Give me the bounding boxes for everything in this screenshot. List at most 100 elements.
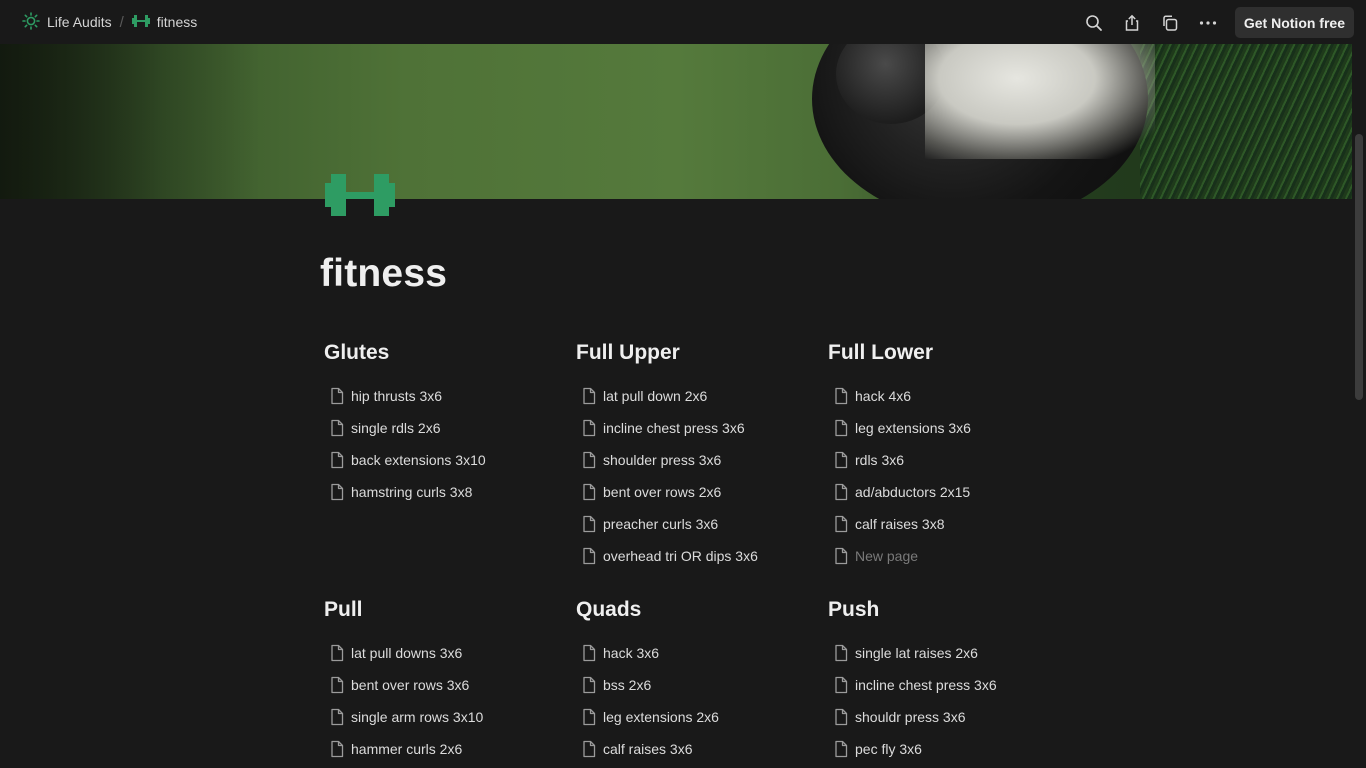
page-link-label: single lat raises 2x6 <box>855 645 978 661</box>
page-link-label: hammer curls 2x6 <box>351 741 463 757</box>
page-link[interactable]: bss 2x6 <box>576 669 816 701</box>
page-link[interactable]: bent over rows 2x6 <box>576 476 816 508</box>
page-link[interactable]: hip thrusts 3x6 <box>324 380 564 412</box>
page-link[interactable]: shouldr press 3x6 <box>828 701 1068 733</box>
breadcrumb-workspace[interactable]: Life Audits <box>18 9 116 36</box>
page-link[interactable]: hack 3x6 <box>576 637 816 669</box>
page-link[interactable]: hack 4x6 <box>828 380 1068 412</box>
page-document-icon <box>831 418 851 438</box>
page-document-icon <box>831 643 851 663</box>
page-link-label: lat pull downs 3x6 <box>351 645 463 661</box>
page-link-label: bent over rows 3x6 <box>351 677 470 693</box>
group-heading: Quads <box>576 598 642 621</box>
group-heading: Glutes <box>324 341 390 364</box>
page-link[interactable]: preacher curls 3x6 <box>576 508 816 540</box>
share-icon[interactable] <box>1113 8 1151 38</box>
page-document-icon <box>579 739 599 759</box>
page-link[interactable]: incline chest press 3x6 <box>828 669 1068 701</box>
page-list: hip thrusts 3x6 single rdls 2x6 back exten… <box>324 380 564 508</box>
group-heading: Push <box>828 598 880 621</box>
page-document-icon <box>327 386 347 406</box>
page-link[interactable]: hamstring curls 3x8 <box>324 476 564 508</box>
page-link[interactable]: single lat raises 2x6 <box>828 637 1068 669</box>
page-link-label: hack 3x6 <box>603 645 660 661</box>
page-link[interactable]: leg extensions 3x6 <box>828 412 1068 444</box>
page-document-icon <box>579 450 599 470</box>
page-list: hack 3x6 bss 2x6 leg extensions 2x6 calf ra… <box>576 637 816 765</box>
page-document-icon <box>327 450 347 470</box>
page-dumbbell-icon[interactable] <box>325 173 395 217</box>
page-link-label: incline chest press 3x6 <box>603 420 745 436</box>
top-bar: Life Audits / fitness Get Notion free <box>0 0 1366 44</box>
page-link[interactable]: calf raises 3x8 <box>828 508 1068 540</box>
page-link[interactable]: incline chest press 3x6 <box>576 412 816 444</box>
page-link-label: bent over rows 2x6 <box>603 484 722 500</box>
page-list: lat pull down 2x6 incline chest press 3x6… <box>576 380 816 572</box>
top-actions: Get Notion free <box>1075 7 1354 38</box>
page-link[interactable]: bent over rows 3x6 <box>324 669 564 701</box>
breadcrumb-workspace-label: Life Audits <box>47 14 112 30</box>
group-pull: Pull lat pull downs 3x6 bent over rows 3x6… <box>324 595 564 765</box>
breadcrumb-page-label: fitness <box>156 14 198 30</box>
group-quads: Quads hack 3x6 bss 2x6 leg extensions 2x6 ca… <box>576 595 816 765</box>
page-link-label: rdls 3x6 <box>855 452 905 468</box>
duplicate-icon[interactable] <box>1151 8 1189 38</box>
page-link[interactable]: single rdls 2x6 <box>324 412 564 444</box>
page-link[interactable]: pec fly 3x6 <box>828 733 1068 765</box>
page-document-icon <box>579 546 599 566</box>
page-link-label: incline chest press 3x6 <box>855 677 997 693</box>
breadcrumb-separator: / <box>119 13 124 31</box>
page-document-icon <box>579 514 599 534</box>
page-document-icon <box>831 386 851 406</box>
dumbbell-icon <box>131 14 150 30</box>
page-link[interactable]: lat pull downs 3x6 <box>324 637 564 669</box>
page-document-icon <box>579 643 599 663</box>
page-link-label: lat pull down 2x6 <box>603 388 708 404</box>
cover-image <box>0 44 1352 199</box>
page-link[interactable]: hammer curls 2x6 <box>324 733 564 765</box>
page-document-icon <box>327 739 347 759</box>
group-full-upper: Full Upper lat pull down 2x6 incline chest… <box>576 338 816 572</box>
page-document-icon <box>831 514 851 534</box>
group-full-lower: Full Lower hack 4x6 leg extensions 3x6 rdls… <box>828 338 1068 572</box>
get-notion-free-button[interactable]: Get Notion free <box>1234 7 1354 38</box>
page-link[interactable]: ad/abductors 2x15 <box>828 476 1068 508</box>
page-list: lat pull downs 3x6 bent over rows 3x6 sing… <box>324 637 564 765</box>
page-document-icon <box>327 707 347 727</box>
page-link-label: ad/abductors 2x15 <box>855 484 971 500</box>
page-link-label: calf raises 3x8 <box>855 516 945 532</box>
page-link-label: single arm rows 3x10 <box>351 709 484 725</box>
page-document-icon <box>831 739 851 759</box>
page-link[interactable]: calf raises 3x6 <box>576 733 816 765</box>
breadcrumb-page[interactable]: fitness <box>128 11 201 33</box>
page-title[interactable]: fitness <box>320 252 447 296</box>
page-link-label: back extensions 3x10 <box>351 452 486 468</box>
page-link-label: pec fly 3x6 <box>855 741 922 757</box>
page-link-label: bss 2x6 <box>603 677 652 693</box>
page-document-icon <box>579 386 599 406</box>
page-document-icon <box>327 643 347 663</box>
search-icon[interactable] <box>1075 8 1113 38</box>
scrollbar[interactable] <box>1352 44 1366 768</box>
page-document-icon <box>831 450 851 470</box>
page-link[interactable]: back extensions 3x10 <box>324 444 564 476</box>
page-link-label: hamstring curls 3x8 <box>351 484 473 500</box>
page-link-label: hip thrusts 3x6 <box>351 388 443 404</box>
page-link[interactable]: leg extensions 2x6 <box>576 701 816 733</box>
page-document-icon <box>327 418 347 438</box>
scrollbar-thumb[interactable] <box>1355 134 1363 400</box>
page-link[interactable]: lat pull down 2x6 <box>576 380 816 412</box>
page-link-label: single rdls 2x6 <box>351 420 441 436</box>
page-document-icon <box>831 707 851 727</box>
page-link[interactable]: shoulder press 3x6 <box>576 444 816 476</box>
more-icon[interactable] <box>1189 8 1227 38</box>
group-heading: Pull <box>324 598 363 621</box>
new-page-item[interactable]: New page <box>828 540 1068 572</box>
page-link[interactable]: single arm rows 3x10 <box>324 701 564 733</box>
page-link[interactable]: rdls 3x6 <box>828 444 1068 476</box>
page-document-icon <box>831 546 851 566</box>
page-link-label: hack 4x6 <box>855 388 912 404</box>
page-link-label: shouldr press 3x6 <box>855 709 966 725</box>
page-link[interactable]: overhead tri OR dips 3x6 <box>576 540 816 572</box>
page-document-icon <box>579 418 599 438</box>
